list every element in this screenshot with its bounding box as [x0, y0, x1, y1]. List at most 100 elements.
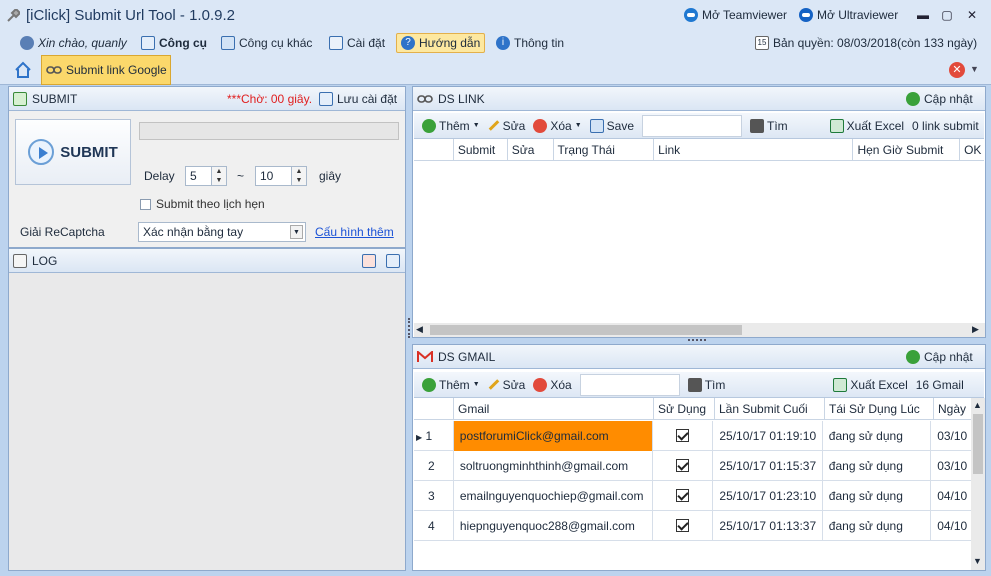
- su-dung-cell[interactable]: [653, 421, 714, 451]
- dsgmail-add-button[interactable]: Thêm ▼: [422, 377, 480, 392]
- table-row[interactable]: 4 hiepnguyenquoc288@gmail.com 25/10/17 0…: [414, 511, 971, 541]
- scroll-left-icon[interactable]: ◀: [416, 324, 423, 335]
- gmail-cell[interactable]: emailnguyenquochiep@gmail.com: [454, 481, 653, 511]
- dslink-delete-button[interactable]: Xóa ▼: [533, 118, 582, 133]
- menu-cong-cu-khac[interactable]: Công cụ khác: [217, 34, 316, 52]
- delay-max-input[interactable]: 10 ▲ ▼: [255, 166, 307, 186]
- dsgmail-update-button[interactable]: Cập nhật: [906, 349, 973, 364]
- maximize-button[interactable]: ▢: [937, 6, 957, 24]
- dsgmail-search-button[interactable]: Tìm: [687, 377, 726, 392]
- scroll-up-icon[interactable]: ▲: [973, 400, 982, 410]
- help-icon: ?: [401, 36, 415, 50]
- last-submit-cell: 25/10/17 01:13:37: [713, 511, 823, 541]
- col-gmail[interactable]: Gmail: [454, 398, 654, 420]
- delay-max-value: 10: [260, 169, 274, 183]
- checkbox-checked-icon[interactable]: [676, 519, 690, 532]
- table-row[interactable]: 2 soltruongminhthinh@gmail.com 25/10/17 …: [414, 451, 971, 481]
- tab-close-icon[interactable]: ✕: [949, 62, 965, 78]
- binoculars-icon: [687, 377, 702, 392]
- dslink-update-button[interactable]: Cập nhật: [906, 91, 973, 106]
- dslink-search-button[interactable]: Tìm: [750, 118, 788, 133]
- save-settings-icon: [319, 91, 333, 106]
- gmail-cell[interactable]: hiepnguyenquoc288@gmail.com: [454, 511, 653, 541]
- delay-min-spinner-icon[interactable]: ▲ ▼: [211, 167, 226, 185]
- col-ok[interactable]: OK: [960, 139, 984, 161]
- row-number: 4: [414, 511, 454, 541]
- teamviewer-button[interactable]: Mở Teamviewer: [684, 8, 787, 22]
- dslink-edit-button[interactable]: Sửa: [488, 119, 525, 133]
- vertical-splitter[interactable]: [408, 318, 410, 338]
- chevron-down-icon[interactable]: ▼: [290, 225, 303, 239]
- scroll-thumb[interactable]: [430, 325, 742, 335]
- col-lan-submit-cuoi[interactable]: Lần Submit Cuối: [715, 398, 825, 420]
- col-hen-gio-submit[interactable]: Hẹn Giờ Submit: [853, 139, 961, 161]
- recaptcha-select[interactable]: Xác nhận bằng tay ▼: [138, 222, 306, 242]
- col-trang-thai[interactable]: Trạng Thái: [554, 139, 655, 161]
- col-su-dung[interactable]: Sử Dụng: [654, 398, 715, 420]
- delay-max-spinner-icon[interactable]: ▲ ▼: [291, 167, 306, 185]
- table-row[interactable]: ▶ 1 postforumiClick@gmail.com 25/10/17 0…: [414, 421, 971, 451]
- schedule-label: Submit theo lịch hẹn: [156, 197, 265, 211]
- checkbox-checked-icon[interactable]: [676, 489, 690, 502]
- tab-submit-link-google[interactable]: Submit link Google: [41, 55, 171, 85]
- dslink-horizontal-scrollbar[interactable]: ◀ ▶: [414, 323, 985, 337]
- row-header-col: [414, 139, 454, 161]
- dsgmail-export-button[interactable]: Xuất Excel: [833, 377, 908, 392]
- menu-thong-tin[interactable]: i Thông tin: [492, 34, 568, 52]
- su-dung-cell[interactable]: [653, 451, 714, 481]
- save-settings-button[interactable]: Lưu cài đặt: [319, 91, 397, 106]
- dsgmail-edit-button[interactable]: Sửa: [488, 378, 525, 392]
- scroll-right-icon[interactable]: ▶: [972, 324, 979, 335]
- dslink-export-button[interactable]: Xuất Excel: [829, 118, 904, 133]
- dslink-search-input[interactable]: [642, 114, 742, 137]
- tab-dropdown-icon[interactable]: ▼: [970, 64, 979, 74]
- clear-log-icon[interactable]: [362, 254, 376, 268]
- horizontal-splitter[interactable]: [688, 339, 706, 342]
- delay-min-input[interactable]: 5 ▲ ▼: [185, 166, 227, 186]
- scroll-thumb[interactable]: [973, 414, 983, 474]
- schedule-checkbox-box[interactable]: [140, 198, 151, 210]
- checkbox-checked-icon[interactable]: [676, 459, 690, 472]
- close-button[interactable]: ✕: [962, 6, 982, 24]
- col-submit[interactable]: Submit: [454, 139, 508, 161]
- scroll-down-icon[interactable]: ▼: [973, 556, 982, 566]
- table-row[interactable]: 3 emailnguyenquochiep@gmail.com 25/10/17…: [414, 481, 971, 511]
- dslink-grid-header: Submit Sửa Trạng Thái Link Hẹn Giờ Submi…: [414, 139, 984, 161]
- menu-cong-cu[interactable]: Công cụ: [137, 34, 211, 52]
- dsgmail-vertical-scrollbar[interactable]: ▲ ▼: [971, 398, 985, 570]
- menu-cai-dat[interactable]: Cài đặt: [325, 34, 389, 52]
- wait-status: ***Chờ: 00 giây.: [227, 91, 313, 106]
- gmail-cell[interactable]: postforumiClick@gmail.com: [453, 421, 653, 451]
- submit-button[interactable]: SUBMIT: [15, 119, 131, 185]
- reuse-cell: đang sử dụng: [823, 511, 932, 541]
- dslink-add-button[interactable]: Thêm ▼: [422, 118, 480, 133]
- gmail-icon: [417, 350, 433, 362]
- menu-huong-dan[interactable]: ? Hướng dẫn: [396, 33, 486, 53]
- dslink-title: DS LINK: [438, 91, 485, 106]
- save-log-icon[interactable]: [386, 254, 400, 268]
- config-more-link[interactable]: Cấu hình thêm: [315, 225, 394, 239]
- row-number: 3: [414, 481, 454, 511]
- col-ngay[interactable]: Ngày: [934, 398, 974, 420]
- dsgmail-update-label: Cập nhật: [924, 349, 973, 364]
- dsgmail-search-input[interactable]: [579, 373, 680, 396]
- dsgmail-delete-button[interactable]: Xóa: [533, 377, 572, 392]
- col-sua[interactable]: Sửa: [508, 139, 554, 161]
- col-link[interactable]: Link: [654, 139, 854, 161]
- su-dung-cell[interactable]: [653, 481, 714, 511]
- schedule-checkbox[interactable]: Submit theo lịch hẹn: [140, 197, 265, 211]
- app-link-icon: [7, 9, 20, 22]
- minimize-button[interactable]: ▬: [913, 6, 933, 24]
- user-greeting[interactable]: Xin chào, quanly: [16, 34, 131, 52]
- gmail-cell[interactable]: soltruongminhthinh@gmail.com: [454, 451, 653, 481]
- greeting-text: Xin chào, quanly: [38, 36, 127, 50]
- dslink-save-label: Save: [606, 118, 634, 133]
- su-dung-cell[interactable]: [653, 511, 714, 541]
- home-icon[interactable]: [14, 61, 32, 79]
- dslink-save-button[interactable]: Save: [589, 118, 634, 133]
- dsgmail-search-label: Tìm: [704, 377, 726, 392]
- checkbox-checked-icon[interactable]: [676, 429, 690, 442]
- col-tai-su-dung-luc[interactable]: Tái Sử Dụng Lúc: [825, 398, 934, 420]
- ultraviewer-button[interactable]: Mở Ultraviewer: [799, 8, 898, 22]
- dslink-search-label: Tìm: [767, 118, 788, 133]
